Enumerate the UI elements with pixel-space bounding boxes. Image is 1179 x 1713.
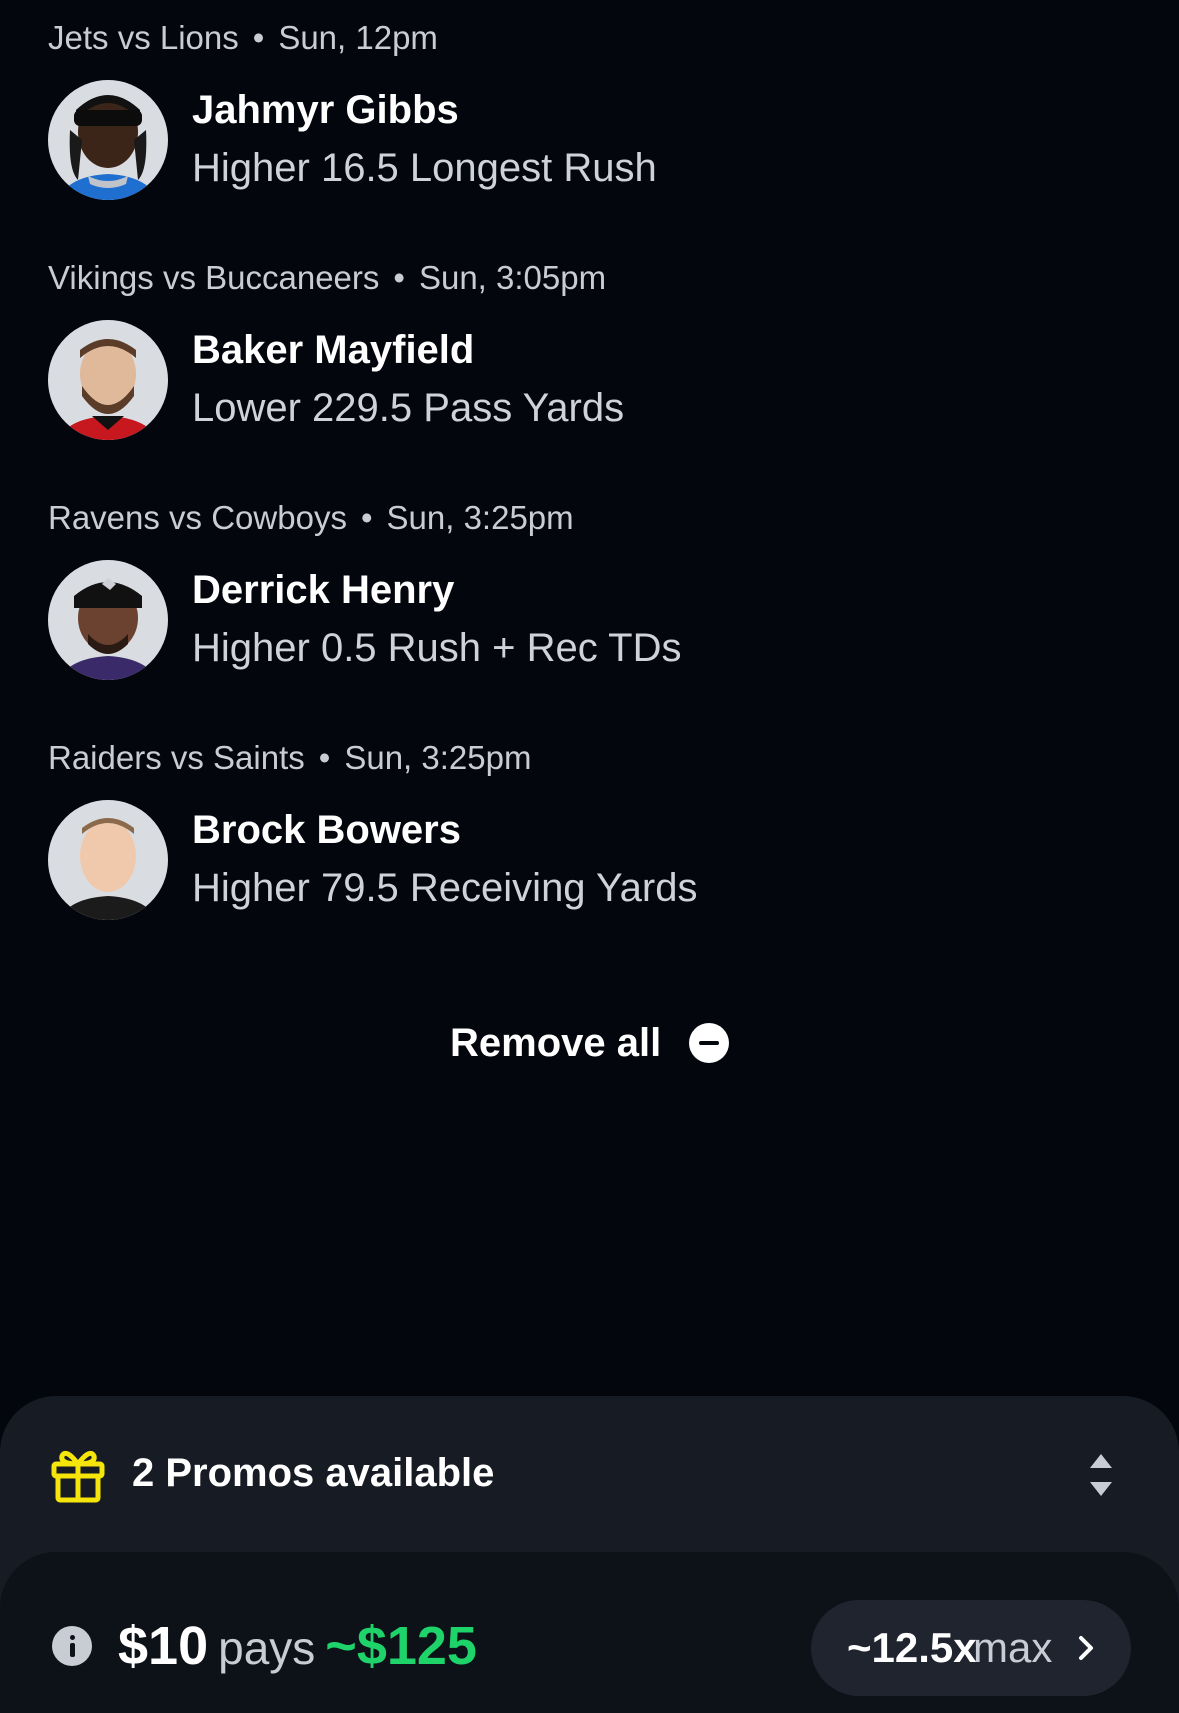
- pick-game-header: Vikings vs Buccaneers • Sun, 3:05pm: [48, 258, 1128, 298]
- promos-toggle[interactable]: 2 Promos available: [0, 1396, 1179, 1552]
- payout-panel: $10 pays ~$125 ~12.5x max: [0, 1552, 1179, 1713]
- pick-game-header: Raiders vs Saints • Sun, 3:25pm: [48, 738, 1128, 778]
- pick-game-header: Ravens vs Cowboys • Sun, 3:25pm: [48, 498, 1128, 538]
- game-matchup: Raiders vs Saints: [48, 739, 305, 776]
- sort-toggle-icon[interactable]: [1088, 1452, 1114, 1498]
- player-name: Derrick Henry: [192, 568, 455, 612]
- game-time: Sun, 3:25pm: [386, 499, 574, 536]
- game-matchup: Vikings vs Buccaneers: [48, 259, 380, 296]
- game-matchup: Ravens vs Cowboys: [48, 499, 347, 536]
- pick-item[interactable]: Vikings vs Buccaneers • Sun, 3:05pm Baker …: [48, 258, 1128, 442]
- prop-line: Higher 79.5 Receiving Yards: [192, 866, 698, 910]
- info-icon[interactable]: [52, 1626, 92, 1666]
- player-name: Baker Mayfield: [192, 328, 475, 372]
- chevron-right-icon: [1079, 1636, 1093, 1660]
- promos-label: 2 Promos available: [132, 1451, 495, 1495]
- pick-item[interactable]: Raiders vs Saints • Sun, 3:25pm Brock Bowe…: [48, 738, 1128, 922]
- stake-amount: $10: [118, 1616, 209, 1676]
- player-name: Jahmyr Gibbs: [192, 88, 459, 132]
- payout-summary: $10 pays ~$125: [118, 1614, 477, 1692]
- separator-dot: •: [360, 499, 373, 536]
- game-time: Sun, 3:05pm: [418, 259, 607, 296]
- player-avatar: [48, 80, 168, 200]
- game-time: Sun, 12pm: [278, 19, 438, 56]
- pays-label: pays: [218, 1622, 316, 1674]
- player-avatar: [48, 800, 168, 920]
- player-avatar: [48, 560, 168, 680]
- game-time: Sun, 3:25pm: [344, 739, 532, 776]
- multiplier-max-label: max: [973, 1624, 1053, 1671]
- multiplier-button[interactable]: ~12.5x max: [811, 1600, 1131, 1696]
- pick-item[interactable]: Ravens vs Cowboys • Sun, 3:25pm Derrick He…: [48, 498, 1128, 682]
- separator-dot: •: [318, 739, 331, 776]
- payout-amount: ~$125: [325, 1616, 477, 1676]
- separator-dot: •: [393, 259, 405, 296]
- minus-circle-icon: [689, 1023, 730, 1063]
- pick-game-header: Jets vs Lions • Sun, 12pm: [48, 18, 1128, 58]
- separator-dot: •: [252, 19, 265, 56]
- remove-all-button[interactable]: Remove all: [450, 1018, 730, 1068]
- prop-line: Higher 0.5 Rush + Rec TDs: [192, 626, 682, 670]
- prop-line: Lower 229.5 Pass Yards: [192, 386, 625, 430]
- pick-item[interactable]: Jets vs Lions • Sun, 12pm Jahmyr Gibbs Hig…: [48, 18, 1128, 202]
- prop-line: Higher 16.5 Longest Rush: [192, 146, 657, 190]
- game-matchup: Jets vs Lions: [48, 19, 239, 56]
- remove-all-label: Remove all: [450, 1020, 662, 1065]
- gift-icon: [51, 1450, 105, 1503]
- player-avatar: [48, 320, 168, 440]
- multiplier-value: ~12.5x: [847, 1624, 977, 1671]
- player-name: Brock Bowers: [192, 808, 461, 852]
